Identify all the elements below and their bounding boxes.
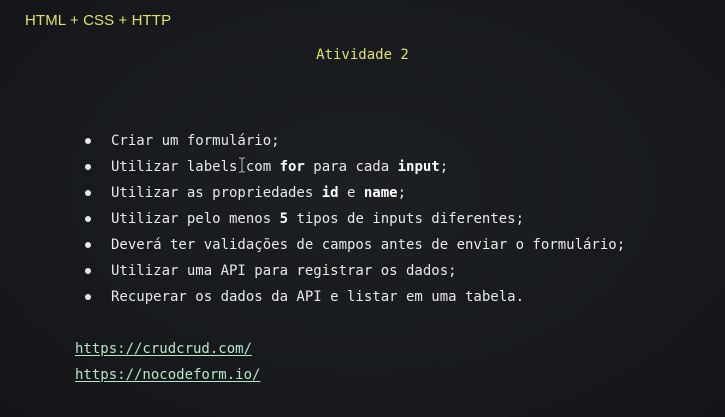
task-item: Deverá ter validações de campos antes de… [84, 235, 625, 261]
task-text: Deverá ter validações de campos antes de… [111, 237, 626, 253]
bullet-icon [85, 294, 91, 300]
task-keyword: for [279, 159, 305, 175]
course-title: HTML + CSS + HTTP [25, 12, 172, 29]
task-text: Criar um formulário; [111, 133, 280, 149]
task-keyword: name [363, 185, 398, 201]
bullet-icon [85, 190, 91, 196]
resource-link[interactable]: https://nocodeform.io/ [75, 365, 260, 391]
activity-title: Atividade 2 [316, 47, 409, 63]
task-text: Utilizar labels com [111, 159, 280, 175]
resource-link[interactable]: https://crudcrud.com/ [75, 339, 260, 365]
task-item: Utilizar as propriedades id e name; [84, 183, 625, 209]
bullet-icon [85, 268, 91, 274]
bullet-icon [85, 164, 91, 170]
task-keyword: 5 [279, 211, 289, 227]
task-item: Utilizar pelo menos 5 tipos de inputs di… [84, 209, 625, 235]
task-text: ; [439, 159, 449, 175]
task-text: e [338, 185, 364, 201]
task-text: tipos de inputs diferentes; [288, 211, 525, 227]
task-item: Utilizar labels com for para cada input; [84, 157, 625, 183]
bullet-icon [85, 138, 91, 144]
task-list: Criar um formulário; Utilizar labels com … [84, 131, 625, 313]
task-item: Criar um formulário; [84, 131, 625, 157]
slide: HTML + CSS + HTTP Atividade 2 Criar um f… [0, 0, 725, 417]
bullet-icon [85, 216, 91, 222]
task-keyword: id [321, 185, 339, 201]
task-text: Utilizar uma API para registrar os dados… [111, 263, 457, 279]
link-list: https://crudcrud.com/https://nocodeform.… [75, 339, 260, 391]
task-item: Utilizar uma API para registrar os dados… [84, 261, 625, 287]
bullet-icon [85, 242, 91, 248]
task-keyword: input [397, 159, 440, 175]
task-text: ; [397, 185, 407, 201]
task-text: para cada [304, 159, 398, 175]
task-text: Recuperar os dados da API e listar em um… [111, 289, 525, 305]
task-text: Utilizar as propriedades [111, 185, 322, 201]
task-item: Recuperar os dados da API e listar em um… [84, 287, 625, 313]
task-text: Utilizar pelo menos [111, 211, 280, 227]
